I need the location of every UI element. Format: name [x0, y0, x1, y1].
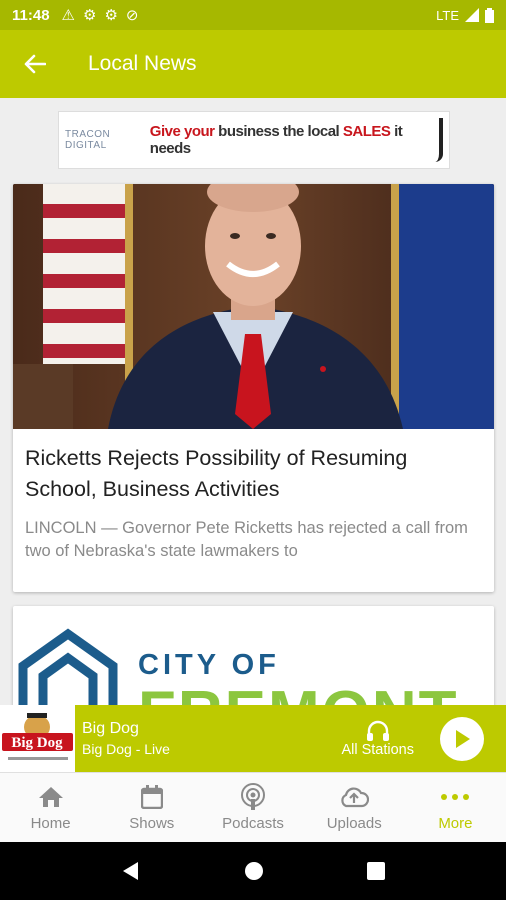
app-bar: Local News: [0, 30, 506, 98]
article-image: [13, 184, 494, 429]
network-type: LTE: [436, 7, 459, 23]
station-name: Big Dog: [82, 720, 139, 737]
tab-label: Podcasts: [222, 815, 284, 832]
recents-square-icon[interactable]: [366, 862, 385, 880]
tab-label: Uploads: [326, 815, 382, 832]
tab-label: Shows: [129, 815, 175, 832]
mini-player[interactable]: Big Dog Big Dog Big Dog - Live All Stati…: [0, 705, 506, 772]
tab-podcasts[interactable]: Podcasts: [202, 773, 303, 842]
logo-text-city-of: CITY OF: [138, 649, 280, 681]
battery-icon: [485, 7, 494, 23]
tab-uploads[interactable]: Uploads: [304, 773, 405, 842]
warning-icon: ⚠: [61, 7, 75, 24]
tab-label: More: [438, 815, 473, 832]
podcast-icon: [241, 783, 265, 810]
settings-icon: ⚙: [104, 7, 118, 24]
article-card[interactable]: CITY OF FREMONT: [13, 606, 494, 705]
back-button[interactable]: [0, 54, 70, 74]
home-circle-icon[interactable]: [244, 861, 264, 881]
system-nav-bar: [0, 842, 506, 900]
golf-club-graphic: [430, 118, 443, 162]
article-excerpt: LINCOLN — Governor Pete Ricketts has rej…: [25, 519, 468, 560]
city-of-fremont-logo: CITY OF FREMONT: [18, 628, 459, 705]
station-logo: Big Dog: [0, 705, 75, 772]
station-subtitle: Big Dog - Live: [82, 741, 170, 757]
governor-portrait-image: [13, 184, 494, 429]
headphones-icon: [366, 720, 389, 741]
back-triangle-icon[interactable]: [121, 861, 141, 881]
page-title: Local News: [88, 52, 197, 75]
home-icon: [38, 787, 63, 807]
more-dots-icon: [441, 794, 470, 800]
ad-slogan: Give your business the local SALES it ne…: [149, 123, 403, 157]
arrow-back-icon: [24, 54, 46, 74]
ad-brand: TRACON DIGITAL: [65, 129, 111, 151]
status-icons: ⚠ ⚙ ⚙ ⊘: [62, 6, 139, 24]
signal-icon: [465, 8, 479, 22]
blocked-icon: ⊘: [125, 7, 139, 24]
tab-home[interactable]: Home: [0, 773, 101, 842]
settings-icon: ⚙: [83, 7, 97, 24]
play-button[interactable]: [440, 716, 484, 761]
article-headline[interactable]: Ricketts Rejects Possibility of Resuming…: [13, 429, 494, 505]
cloud-upload-icon: [341, 787, 370, 808]
bottom-navigation: Home Shows Podcasts Uploads More: [0, 772, 506, 842]
tab-shows[interactable]: Shows: [101, 773, 202, 842]
play-icon: [456, 729, 470, 748]
tab-more[interactable]: More: [405, 773, 506, 842]
status-time: 11:48: [12, 6, 50, 24]
status-bar: 11:48 ⚠ ⚙ ⚙ ⊘ LTE: [0, 0, 506, 30]
ad-banner[interactable]: TRACON DIGITAL Give your business the lo…: [58, 111, 450, 169]
station-logo-text: Big Dog: [11, 735, 63, 751]
calendar-icon: [140, 785, 163, 809]
tab-label: Home: [30, 815, 71, 832]
all-stations-button[interactable]: All Stations: [341, 720, 414, 758]
article-card[interactable]: Ricketts Rejects Possibility of Resuming…: [13, 184, 494, 592]
all-stations-label: All Stations: [341, 741, 414, 758]
logo-text-fremont: FREMONT: [138, 679, 459, 705]
news-feed[interactable]: TRACON DIGITAL Give your business the lo…: [0, 98, 506, 705]
